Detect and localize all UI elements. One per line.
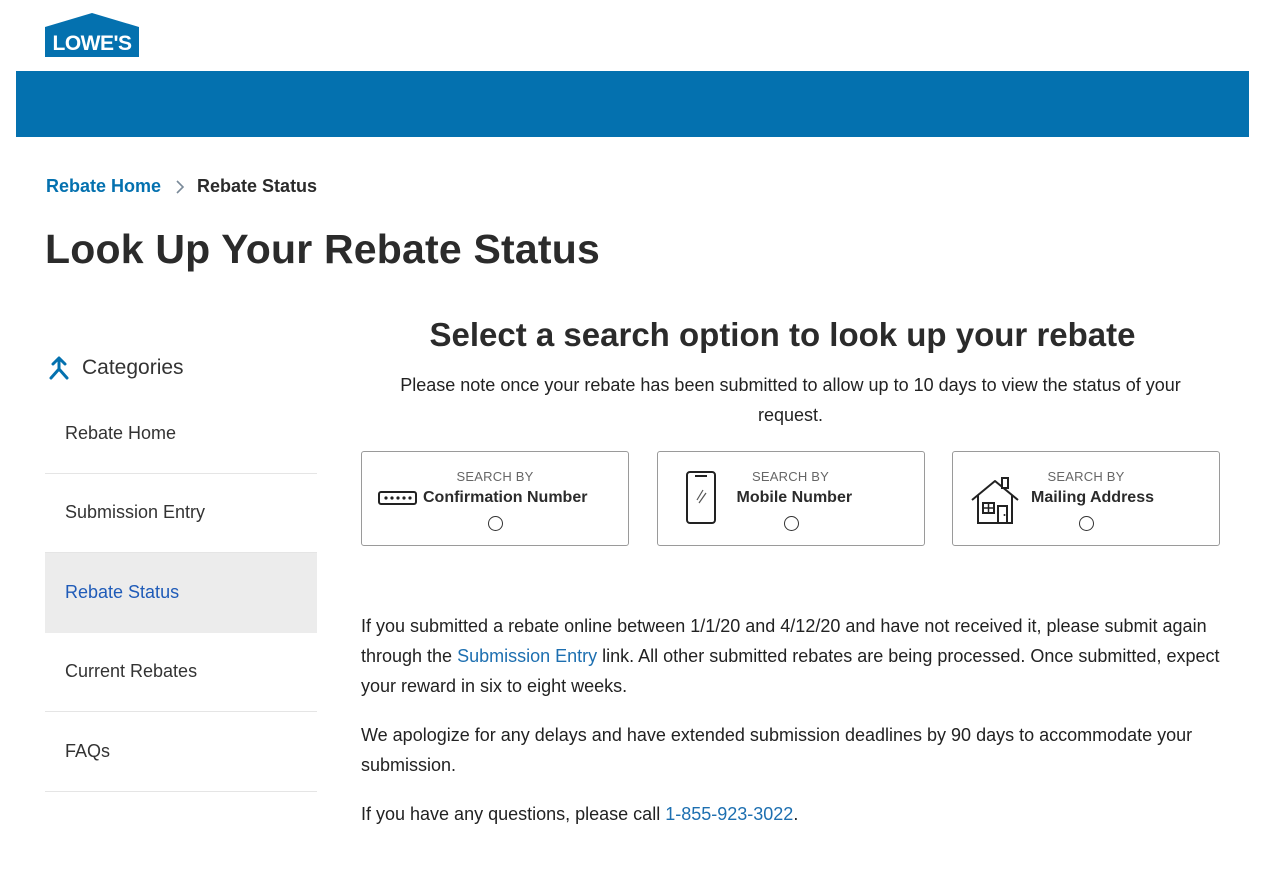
search-by-mailing-address-option[interactable]: SEARCH BY Mailing Address bbox=[952, 451, 1220, 546]
breadcrumb-current: Rebate Status bbox=[197, 176, 318, 196]
sidebar-list: Rebate Home Submission Entry Rebate Stat… bbox=[45, 394, 317, 792]
page-title: Look Up Your Rebate Status bbox=[45, 226, 600, 272]
mobile-number-radio[interactable] bbox=[783, 516, 799, 531]
search-by-confirmation-number-option[interactable]: SEARCH BY Confirmation Number bbox=[361, 451, 629, 546]
sidebar-item-rebate-status[interactable]: Rebate Status bbox=[45, 553, 317, 633]
sidebar-item-rebate-home[interactable]: Rebate Home bbox=[45, 394, 317, 474]
breadcrumb-rebate-home-link[interactable]: Rebate Home bbox=[46, 176, 161, 197]
confirmation-number-radio[interactable] bbox=[488, 516, 503, 531]
option-label: Mobile Number bbox=[736, 489, 853, 506]
info-text: . bbox=[793, 804, 799, 824]
submission-entry-link[interactable]: Submission Entry bbox=[457, 646, 597, 666]
info-paragraph-1: If you submitted a rebate online between… bbox=[361, 611, 1220, 701]
sidebar-item-current-rebates[interactable]: Current Rebates bbox=[45, 633, 317, 712]
sidebar-item-submission-entry[interactable]: Submission Entry bbox=[45, 474, 317, 553]
confirmation-number-icon bbox=[378, 490, 417, 511]
breadcrumb: Rebate Home Rebate Status bbox=[46, 176, 317, 197]
info-text: If you have any questions, please call bbox=[361, 804, 666, 824]
house-icon bbox=[970, 476, 1020, 531]
search-by-label: SEARCH BY bbox=[456, 469, 534, 484]
info-section: If you submitted a rebate online between… bbox=[361, 611, 1220, 829]
main-content: Select a search option to look up your r… bbox=[361, 316, 1220, 848]
logo-text: LOWE'S bbox=[53, 32, 132, 55]
merge-arrow-icon bbox=[46, 355, 72, 381]
info-paragraph-3: If you have any questions, please call 1… bbox=[361, 799, 1220, 829]
sidebar: Categories Rebate Home Submission Entry … bbox=[45, 350, 317, 792]
option-label: Mailing Address bbox=[1031, 489, 1154, 506]
search-option-heading: Select a search option to look up your r… bbox=[429, 316, 1136, 353]
info-paragraph-2: We apologize for any delays and have ext… bbox=[361, 725, 1193, 775]
search-note: Please note once your rebate has been su… bbox=[400, 375, 1181, 425]
categories-heading: Categories bbox=[82, 356, 184, 379]
sidebar-item-faqs[interactable]: FAQs bbox=[45, 712, 317, 792]
search-by-mobile-number-option[interactable]: SEARCH BY Mobile Number bbox=[656, 451, 925, 546]
option-label: Confirmation Number bbox=[423, 489, 588, 506]
phone-number-link[interactable]: 1-855-923-3022 bbox=[665, 804, 793, 824]
search-options: SEARCH BY Confirmation Number SEARCH BY bbox=[361, 451, 1220, 546]
chevron-right-icon bbox=[175, 179, 185, 195]
lowes-logo[interactable]: LOWE'S bbox=[45, 13, 139, 57]
header-banner bbox=[16, 71, 1249, 137]
categories-toggle[interactable]: Categories bbox=[45, 350, 317, 386]
mailing-address-radio[interactable] bbox=[1079, 516, 1094, 531]
mobile-phone-icon bbox=[685, 470, 717, 530]
